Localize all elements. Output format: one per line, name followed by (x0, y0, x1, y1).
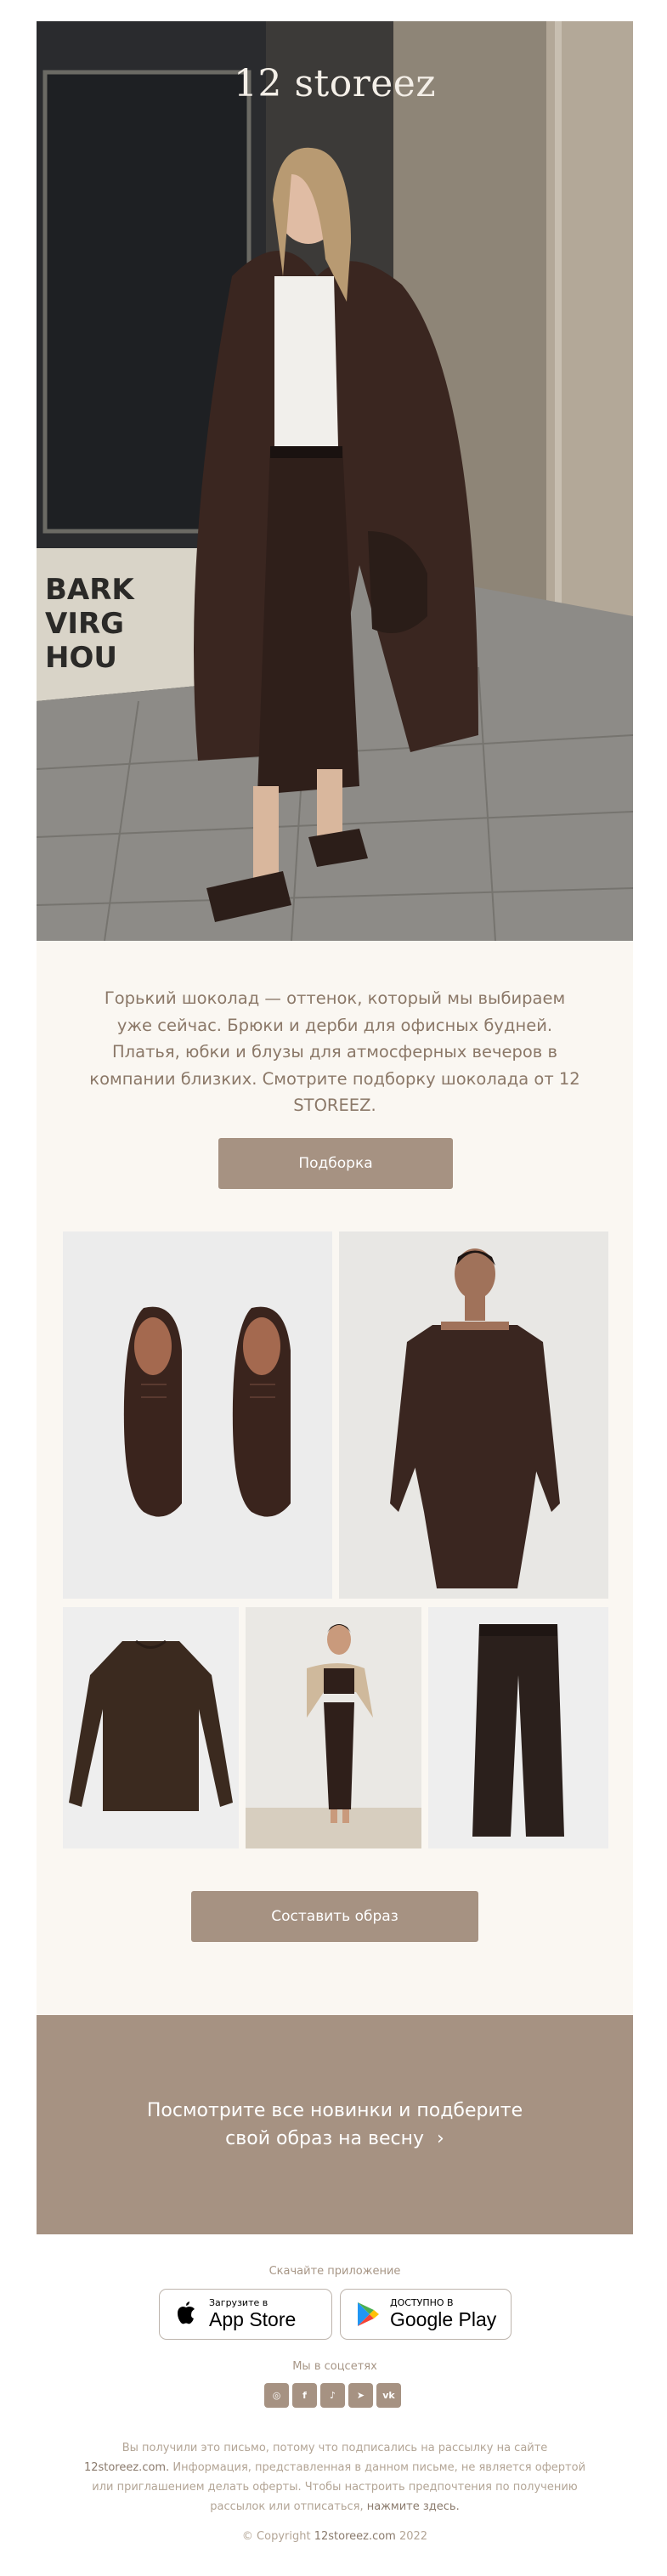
copyright-year: 2022 (395, 2530, 428, 2543)
products-section: Составить образ (37, 1231, 633, 2015)
email-container: BARK VIRG HOU 12 storeez Горький шоколад… (37, 21, 633, 2557)
site-link[interactable]: 12storeez.com. (84, 2461, 169, 2474)
tiktok-icon[interactable]: ♪ (320, 2383, 345, 2408)
top-and-skirt-image (246, 1607, 421, 1848)
footer: Скачайте приложение Загрузите в App Stor… (37, 2234, 633, 2557)
svg-text:HOU: HOU (45, 641, 117, 675)
social-label: Мы в соцсетях (292, 2360, 377, 2373)
copyright-prefix: © Copyright (241, 2530, 314, 2543)
app-store-big: App Store (209, 2308, 297, 2330)
hero-image[interactable]: BARK VIRG HOU 12 storeez (37, 21, 633, 941)
banner-line-2: свой образ на весну (225, 2128, 425, 2149)
app-store-button[interactable]: Загрузите в App Store (159, 2289, 332, 2340)
blouse-image (63, 1607, 239, 1848)
copyright: © Copyright 12storeez.com 2022 (37, 2530, 633, 2543)
telegram-icon[interactable]: ➤ (348, 2383, 373, 2408)
chevron-right-icon: › (437, 2128, 444, 2149)
derby-shoes-image (63, 1231, 332, 1599)
product-tile-derby-shoes[interactable] (63, 1231, 332, 1599)
legal-text: Вы получили это письмо, потому что подпи… (79, 2438, 591, 2517)
intro-section: Горький шоколад — оттенок, который мы вы… (37, 941, 633, 1231)
copyright-link[interactable]: 12storeez.com (314, 2530, 396, 2543)
product-tile-top-and-skirt[interactable] (246, 1607, 421, 1848)
legal-part-1: Вы получили это письмо, потому что подпи… (122, 2442, 548, 2454)
google-play-button[interactable]: ДОСТУПНО В Google Play (340, 2289, 512, 2340)
facebook-icon[interactable]: f (292, 2383, 317, 2408)
vk-icon[interactable]: vk (376, 2383, 401, 2408)
banner-line-1: Посмотрите все новинки и подберите (146, 2100, 523, 2121)
banner-line-2-wrap: свой образ на весну › (147, 2125, 523, 2153)
hero-illustration: BARK VIRG HOU (37, 21, 633, 941)
apple-icon (178, 2301, 195, 2324)
instagram-icon[interactable]: ◎ (264, 2383, 289, 2408)
unsubscribe-link[interactable]: нажмите здесь. (367, 2500, 460, 2513)
intro-text: Горький шоколад — оттенок, который мы вы… (89, 988, 580, 1115)
app-store-small: Загрузите в (209, 2297, 268, 2308)
google-play-small: ДОСТУПНО В (390, 2297, 454, 2308)
download-app-label: Скачайте приложение (268, 2265, 401, 2278)
product-tile-trousers[interactable] (428, 1607, 608, 1848)
build-outfit-button[interactable]: Составить образ (191, 1891, 478, 1942)
selection-button[interactable]: Подборка (218, 1138, 453, 1189)
product-tile-off-shoulder-dress[interactable] (339, 1231, 608, 1599)
app-store-text: Загрузите в App Store (209, 2297, 297, 2331)
new-arrivals-banner[interactable]: Посмотрите все новинки и подберите свой … (37, 2015, 633, 2234)
google-play-text: ДОСТУПНО В Google Play (390, 2297, 497, 2331)
brand-logo[interactable]: 12 storeez (37, 62, 633, 105)
off-shoulder-dress-image (339, 1231, 608, 1599)
google-play-icon (358, 2302, 379, 2326)
social-links: ◎ f ♪ ➤ vk (264, 2383, 401, 2408)
product-tile-blouse[interactable] (63, 1607, 239, 1848)
svg-text:VIRG: VIRG (45, 607, 124, 641)
google-play-big: Google Play (390, 2308, 497, 2330)
trousers-image (428, 1607, 608, 1848)
banner-text: Посмотрите все новинки и подберите свой … (147, 2097, 523, 2153)
svg-text:BARK: BARK (45, 573, 135, 607)
